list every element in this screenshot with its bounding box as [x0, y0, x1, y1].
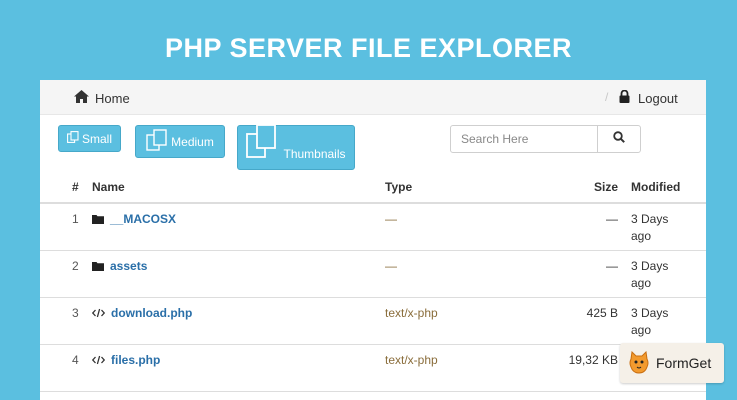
banner-title: PHP SERVER FILE EXPLORER [164, 33, 573, 63]
table-row: 3 download.php text/x-php 425 B 3 Days a… [40, 298, 706, 345]
file-modified: 3 Days ago [631, 212, 669, 243]
search-box [450, 125, 641, 153]
file-name-cell: assets [92, 259, 147, 273]
view-medium-label: Medium [171, 134, 214, 149]
header-size[interactable]: Size [594, 180, 618, 194]
file-size: 425 B [586, 306, 618, 320]
logout-label: Logout [638, 90, 678, 106]
table-row: 2 assets — — 3 Days ago [40, 251, 706, 298]
file-size: — [606, 259, 618, 273]
row-number: 3 [72, 306, 79, 320]
formget-watermark: FormGet [620, 343, 724, 383]
file-name-cell: files.php [92, 353, 160, 367]
copy-icon [246, 124, 283, 161]
view-medium-button[interactable]: Medium [135, 125, 225, 158]
row-number: 1 [72, 212, 79, 226]
file-type: text/x-php [385, 306, 438, 320]
row-number: 4 [72, 353, 79, 367]
file-link[interactable]: assets [110, 259, 147, 273]
file-size: — [606, 212, 618, 226]
header-num: # [72, 180, 79, 194]
file-type: text/x-php [385, 353, 438, 367]
header-type[interactable]: Type [385, 180, 412, 194]
file-type: — [385, 212, 397, 226]
header-name[interactable]: Name [92, 180, 125, 194]
search-button[interactable] [598, 126, 640, 152]
file-size: 19,32 KB [568, 353, 618, 367]
table-row: 1 __MACOSX — — 3 Days ago [40, 204, 706, 251]
lock-icon [619, 89, 638, 106]
view-thumbnails-button[interactable]: Thumbnails [237, 124, 355, 170]
logout-link[interactable]: Logout [619, 89, 678, 106]
file-link[interactable]: __MACOSX [110, 212, 176, 226]
file-type: — [385, 259, 397, 273]
file-modified: 3 Days ago [631, 259, 669, 290]
search-icon [613, 130, 625, 148]
file-modified: 3 Days ago [631, 306, 669, 337]
nav-separator: / [605, 90, 609, 104]
row-number: 2 [72, 259, 79, 273]
formget-cat-logo-icon [628, 351, 650, 375]
file-name-cell: __MACOSX [92, 212, 176, 226]
table-row: 4 files.php text/x-php 19,32 KB [40, 345, 706, 392]
view-small-label: Small [81, 131, 112, 146]
folder-icon [92, 214, 104, 224]
file-explorer-panel: Home / Logout Small Medium Thumbnails Se… [40, 80, 706, 400]
copy-icon [67, 131, 82, 146]
copy-icon [146, 129, 171, 154]
home-label: Home [95, 90, 130, 106]
view-thumbnails-label: Thumbnails [283, 147, 346, 161]
file-name-cell: download.php [92, 306, 192, 320]
header-modified[interactable]: Modified [631, 180, 680, 194]
view-small-button[interactable]: Small [58, 125, 121, 152]
code-icon [92, 308, 105, 318]
folder-icon [92, 261, 104, 271]
code-icon [92, 355, 105, 365]
home-icon [74, 90, 95, 106]
search-input[interactable] [451, 126, 598, 152]
file-link[interactable]: files.php [111, 353, 160, 367]
home-link[interactable]: Home [74, 90, 130, 106]
file-link[interactable]: download.php [111, 306, 192, 320]
top-navbar: Home / Logout [40, 80, 706, 115]
formget-text: FormGet [656, 355, 712, 371]
table-header: # Name Type Size Modified [40, 180, 706, 204]
